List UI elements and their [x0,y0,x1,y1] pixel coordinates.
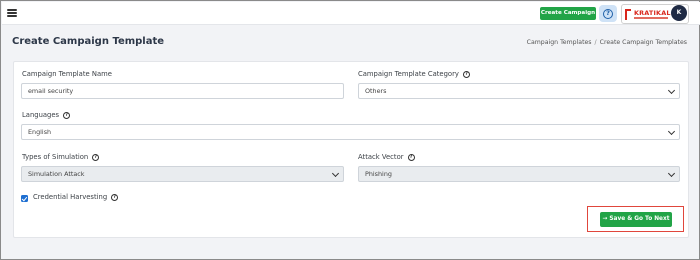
languages-value: English [28,128,52,136]
brand-tagline-bar [634,17,668,19]
info-icon: ? [92,153,100,161]
template-name-input[interactable]: email security [21,83,344,99]
simulation-type-label: Types of Simulation ? [22,153,100,161]
help-button[interactable]: ? [599,5,617,22]
logo-mark-icon [625,9,631,20]
breadcrumb-campaign-templates[interactable]: Campaign Templates [527,39,592,46]
languages-label: Languages ? [22,111,71,119]
simulation-type-select[interactable]: Simulation Attack [21,166,344,182]
arrow-right-icon: → [602,216,608,222]
languages-select[interactable]: English [21,124,680,140]
save-and-next-button[interactable]: → Save & Go To Next [600,212,672,227]
chevron-down-icon [667,86,676,95]
page-title: Create Campaign Template [12,36,165,47]
save-and-next-label: Save & Go To Next [609,216,670,222]
breadcrumb-separator: / [594,39,597,46]
avatar[interactable]: K [671,5,687,21]
info-icon: ? [462,70,470,78]
top-bar: Create Campaign ? KRATIKAL K [2,2,700,25]
menu-icon[interactable] [7,9,17,17]
chevron-down-icon [667,169,676,178]
attack-vector-select[interactable]: Phishing [358,166,680,182]
chevron-down-icon [331,169,340,178]
category-value: Others [365,87,387,95]
category-label: Campaign Template Category ? [358,70,470,78]
simulation-type-value: Simulation Attack [28,170,85,178]
info-icon: ? [63,111,71,119]
breadcrumb-current: Create Campaign Templates [599,39,687,46]
create-campaign-button[interactable]: Create Campaign [540,7,596,20]
chevron-down-icon [667,127,676,136]
app-window: Create Campaign ? KRATIKAL K Create Camp… [0,0,700,260]
credential-harvesting-checkbox[interactable] [21,195,28,202]
brand-name: KRATIKAL [634,9,671,17]
help-icon: ? [603,8,613,19]
template-name-label: Campaign Template Name [22,70,112,78]
info-icon: ? [407,153,415,161]
attack-vector-label: Attack Vector ? [358,153,415,161]
attack-vector-value: Phishing [365,170,392,178]
info-icon: ? [111,193,119,201]
category-select[interactable]: Others [358,83,680,99]
credential-harvesting-label: Credential Harvesting ? [33,193,119,201]
breadcrumb: Campaign Templates / Create Campaign Templ… [527,39,687,46]
